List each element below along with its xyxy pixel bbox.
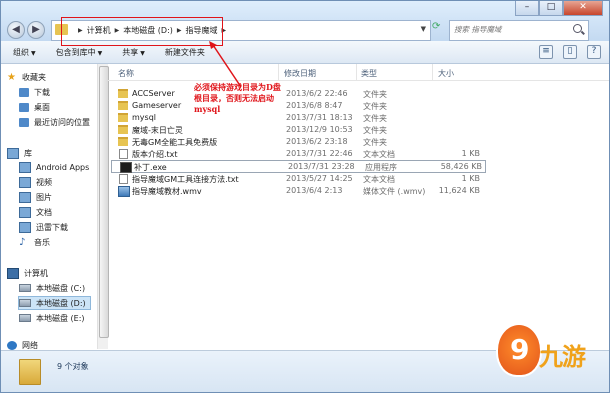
- annotation-line: 根目录，否则无法启动: [194, 93, 274, 103]
- annotation-text: 必须保持游戏目录为D盘 根目录，否则无法启动 mysql: [194, 82, 281, 115]
- annotation-line: 必须保持游戏目录为D盘: [194, 82, 281, 92]
- watermark-logo-glyph: 9: [510, 333, 530, 366]
- item-count: 9 个对象: [57, 362, 89, 371]
- watermark-logo-icon: 9: [496, 323, 542, 377]
- watermark-text: 九游: [539, 343, 586, 371]
- explorer-window: – □ ✕ ◀ ▶ ▶ 计算机 ▶ 本地磁盘 (D:) ▶ 指导魔域 ▶ ▼ ⟳: [0, 0, 610, 393]
- folder-icon: [19, 359, 41, 385]
- annotation-line: mysql: [194, 104, 221, 114]
